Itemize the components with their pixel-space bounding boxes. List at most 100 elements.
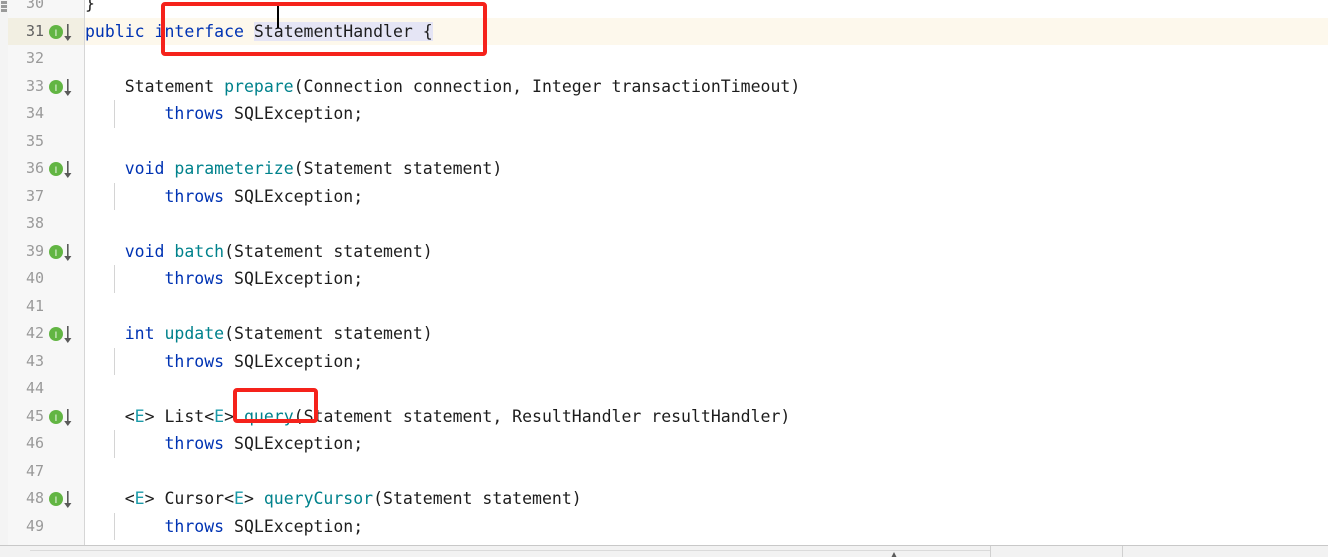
code-token-plain: (Statement statement) xyxy=(293,159,503,178)
code-line[interactable]: 33 I Statement prepare(Connection connect… xyxy=(0,72,1328,101)
code-line[interactable]: 44 xyxy=(0,375,1328,403)
code-token-generic: E xyxy=(214,406,225,426)
code-line-text[interactable]: public interface StatementHandler { xyxy=(85,18,433,46)
code-token-plain: SQLException; xyxy=(234,269,364,288)
implemented-interface-marker-icon[interactable]: I xyxy=(48,490,76,510)
code-line-text[interactable]: <E> List<E> query(Statement statement, R… xyxy=(85,403,791,431)
code-line[interactable]: 32 xyxy=(0,45,1328,73)
bottom-tool-panel[interactable] xyxy=(0,545,1328,557)
line-code-background xyxy=(85,128,1328,156)
code-token-plain: SQLException; xyxy=(234,516,364,536)
code-line-text[interactable]: Statement prepare(Connection connection,… xyxy=(85,73,801,101)
line-number[interactable]: 35 xyxy=(8,128,44,156)
line-number[interactable]: 38 xyxy=(8,210,44,238)
code-token-plain: SQLException; xyxy=(234,434,364,453)
code-token-generic: E xyxy=(134,489,145,508)
code-line[interactable]: 35 xyxy=(0,127,1328,156)
code-token-method: prepare xyxy=(224,76,294,96)
code-token-plain: > xyxy=(224,406,244,426)
code-line[interactable]: 37 throws SQLException; xyxy=(0,182,1328,211)
code-line[interactable]: 42 I int update(Statement statement) xyxy=(0,320,1328,348)
code-line[interactable]: 49 throws SQLException; xyxy=(0,512,1328,541)
line-number[interactable]: 36 xyxy=(8,155,44,183)
line-number[interactable]: 40 xyxy=(8,265,44,293)
line-number[interactable]: 33 xyxy=(8,73,44,101)
code-line[interactable]: 43 throws SQLException; xyxy=(0,347,1328,376)
implemented-interface-marker-icon[interactable]: I xyxy=(48,243,76,263)
code-token-keyword: throws xyxy=(164,186,235,206)
code-token-keyword: public xyxy=(85,21,155,41)
code-line-text[interactable]: int update(Statement statement) xyxy=(85,320,433,348)
line-number[interactable]: 46 xyxy=(8,430,44,458)
code-line-text[interactable]: throws SQLException; xyxy=(85,183,363,211)
code-token-plain: } xyxy=(85,0,95,13)
code-line[interactable]: 38 xyxy=(0,210,1328,238)
line-number[interactable]: 41 xyxy=(8,293,44,321)
implemented-interface-marker-icon[interactable]: I xyxy=(48,408,76,428)
code-token-keyword: throws xyxy=(164,516,235,536)
implemented-interface-marker-icon[interactable]: I xyxy=(48,325,76,345)
line-number[interactable]: 45 xyxy=(8,403,44,431)
implemented-interface-marker-icon[interactable]: I xyxy=(48,160,76,180)
code-line[interactable]: 47 xyxy=(0,457,1328,486)
code-token-keyword: throws xyxy=(164,434,235,453)
line-number[interactable]: 47 xyxy=(8,458,44,486)
code-line-text[interactable]: void batch(Statement statement) xyxy=(85,238,433,266)
line-number[interactable]: 34 xyxy=(8,100,44,128)
code-editor[interactable]: 30} 31 Ipublic interface StatementHandler … xyxy=(0,0,1328,557)
line-number[interactable]: 43 xyxy=(8,348,44,376)
code-line-text[interactable]: } xyxy=(85,0,95,18)
code-line-text[interactable]: throws SQLException; xyxy=(85,430,363,458)
code-token-plain: < xyxy=(85,406,135,426)
line-number[interactable]: 44 xyxy=(8,375,44,403)
line-number[interactable]: 39 xyxy=(8,238,44,266)
code-line[interactable]: 45 I <E> List<E> query(Statement statemen… xyxy=(0,402,1328,431)
implemented-interface-marker-icon[interactable]: I xyxy=(48,78,76,98)
implemented-interface-marker-icon[interactable]: I xyxy=(48,23,76,43)
line-number[interactable]: 37 xyxy=(8,183,44,211)
line-number[interactable]: 32 xyxy=(8,45,44,73)
line-number[interactable]: 30 xyxy=(8,0,44,18)
code-token-keyword: int xyxy=(124,324,165,343)
line-number[interactable]: 31 xyxy=(8,18,44,46)
code-token-method: query xyxy=(243,406,294,426)
code-line[interactable]: 46 throws SQLException; xyxy=(0,430,1328,458)
code-line[interactable]: 48 I <E> Cursor<E> queryCursor(Statement … xyxy=(0,485,1328,513)
line-code-background xyxy=(85,210,1328,238)
line-number[interactable]: 49 xyxy=(8,513,44,541)
code-line[interactable]: 36 I void parameterize(Statement statemen… xyxy=(0,155,1328,183)
code-line-text[interactable]: throws SQLException; xyxy=(85,513,363,541)
line-number[interactable]: 42 xyxy=(8,320,44,348)
text-caret xyxy=(277,6,279,28)
line-code-background xyxy=(85,375,1328,403)
code-line-text[interactable]: <E> Cursor<E> queryCursor(Statement stat… xyxy=(85,485,582,513)
code-line[interactable]: 41 xyxy=(0,292,1328,321)
code-line[interactable]: 34 throws SQLException; xyxy=(0,100,1328,128)
svg-text:I: I xyxy=(55,331,58,341)
svg-text:I: I xyxy=(55,166,58,176)
code-line-text[interactable]: throws SQLException; xyxy=(85,100,363,128)
code-token-plain: (Statement statement, ResultHandler resu… xyxy=(293,406,791,426)
code-line[interactable]: 31 Ipublic interface StatementHandler { xyxy=(0,17,1328,46)
line-number[interactable]: 48 xyxy=(8,485,44,513)
bottom-panel-separator xyxy=(990,546,991,557)
code-line-text[interactable]: throws SQLException; xyxy=(85,348,363,376)
code-line[interactable]: 40 throws SQLException; xyxy=(0,265,1328,293)
code-token-plain: > Cursor< xyxy=(144,489,235,508)
code-line[interactable]: 30} xyxy=(0,0,1328,18)
code-token-keyword: throws xyxy=(164,351,235,371)
bottom-panel-separator xyxy=(1122,546,1123,557)
code-token-plain: > List< xyxy=(144,406,215,426)
code-line-text[interactable]: throws SQLException; xyxy=(85,265,363,293)
code-token-method: parameterize xyxy=(174,159,294,178)
code-line-text[interactable]: void parameterize(Statement statement) xyxy=(85,155,503,183)
code-line[interactable]: 39 I void batch(Statement statement) xyxy=(0,237,1328,266)
code-token-plain: > xyxy=(243,489,264,508)
